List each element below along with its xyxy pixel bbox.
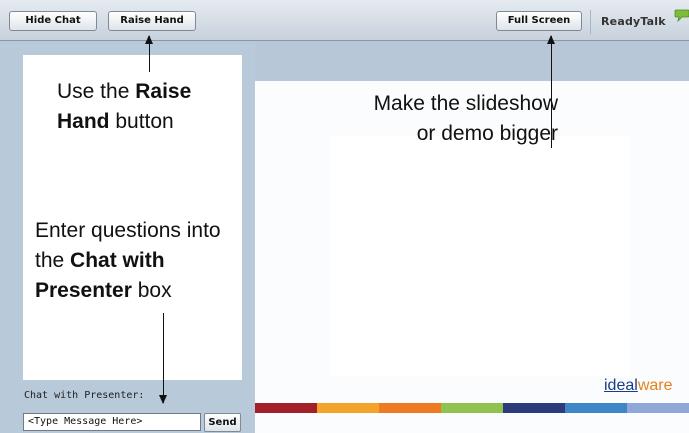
chat-message-input[interactable]: <Type Message Here>	[23, 413, 201, 431]
color-bar-2	[317, 403, 379, 413]
slide-header-bar	[255, 41, 689, 81]
speech-bubble-icon	[674, 9, 689, 23]
logo-text: ReadyTalk	[601, 15, 666, 28]
note-text: Use the	[57, 80, 136, 103]
full-screen-button[interactable]: Full Screen	[496, 11, 582, 31]
note-text: box	[131, 279, 172, 302]
send-button[interactable]: Send	[204, 413, 241, 432]
color-bar-6	[565, 403, 627, 413]
color-bar-7	[627, 403, 689, 413]
note-text: button	[109, 110, 174, 133]
color-bar-1	[255, 403, 317, 413]
note-line: or demo bigger	[416, 122, 558, 145]
hide-chat-button[interactable]: Hide Chat	[9, 11, 97, 31]
color-bar-4	[441, 403, 503, 413]
slide-content	[330, 136, 630, 376]
top-toolbar: Hide Chat Raise Hand Full Screen ReadyTa…	[0, 0, 689, 41]
arrow-to-raise-hand	[145, 35, 153, 72]
color-bar-3	[379, 403, 441, 413]
raise-hand-note: Use the Raise Hand button	[57, 77, 237, 137]
chat-note: Enter questions into the Chat with Prese…	[35, 216, 235, 306]
idealware-logo: idealware	[604, 377, 673, 395]
note-line: Make the slideshow	[373, 92, 558, 115]
chat-with-presenter-label: Chat with Presenter:	[24, 390, 145, 401]
color-bar-5	[503, 403, 565, 413]
brand-part-1: ideal	[604, 377, 638, 394]
color-bar-strip	[255, 403, 689, 413]
full-screen-note: Make the slideshow or demo bigger	[308, 89, 558, 149]
brand-part-2: ware	[637, 377, 673, 394]
arrow-to-chat-input	[159, 313, 167, 404]
readytalk-logo: ReadyTalk	[590, 9, 689, 34]
raise-hand-button[interactable]: Raise Hand	[108, 11, 196, 31]
arrow-to-full-screen	[547, 35, 555, 148]
